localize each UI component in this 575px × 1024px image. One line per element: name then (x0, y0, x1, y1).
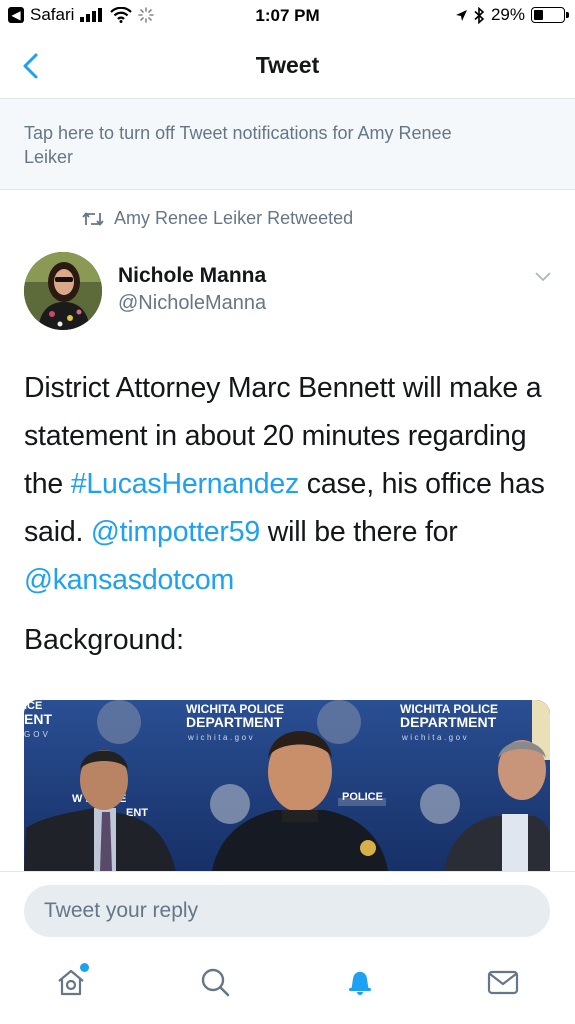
search-icon[interactable] (198, 965, 232, 999)
new-content-indicator-dot (80, 963, 89, 972)
status-bar: ◀ Safari 1:07 PM 29% (0, 0, 575, 34)
notification-toggle-banner[interactable]: Tap here to turn off Tweet notifications… (0, 99, 575, 190)
sign-text: wichita.gov (401, 733, 469, 742)
notifications-bell-icon[interactable] (343, 965, 377, 999)
navigation-bar: Tweet (0, 34, 575, 99)
mention-link[interactable]: @timpotter59 (91, 516, 260, 548)
press-conference-photo: ICE ENT GOV WICHITA POLICE DEPARTMENT wi… (24, 700, 550, 871)
bluetooth-icon (474, 6, 485, 24)
retweet-context[interactable]: Amy Renee Leiker Retweeted (82, 208, 353, 229)
author-avatar[interactable] (24, 252, 102, 330)
page-title: Tweet (255, 52, 320, 78)
sign-text: ENT (24, 711, 52, 727)
chevron-down-icon[interactable] (534, 268, 552, 286)
battery-percent: 29% (490, 5, 525, 24)
retweet-context-label[interactable]: Amy Renee Leiker Retweeted (114, 208, 353, 229)
sign-text: wichita.gov (187, 733, 255, 742)
hashtag-link[interactable]: #LucasHernandez (71, 468, 300, 500)
sign-text: DEPARTMENT (400, 714, 497, 730)
messages-envelope-icon[interactable] (486, 965, 520, 999)
reply-placeholder[interactable]: Tweet your reply (44, 899, 198, 923)
author-name[interactable]: Nichole Manna (118, 264, 266, 288)
tweet-media-image[interactable]: ICE ENT GOV WICHITA POLICE DEPARTMENT wi… (24, 700, 550, 871)
retweet-icon (82, 211, 104, 226)
author-handle[interactable]: @NicholeManna (118, 292, 266, 315)
location-arrow-icon (455, 9, 467, 21)
reply-input[interactable]: Tweet your reply (24, 885, 550, 937)
battery-icon (531, 7, 569, 23)
tweet-text: District Attorney Marc Bennett will make… (24, 364, 559, 604)
mention-link[interactable]: @kansasdotcom (24, 564, 234, 596)
reply-composer-area: Tweet your reply (0, 871, 575, 952)
notification-banner-text[interactable]: Tap here to turn off Tweet notifications… (24, 121, 484, 169)
sign-text: DEPARTMENT (186, 714, 283, 730)
avatar-photo (24, 252, 102, 330)
sign-text: GOV (24, 730, 51, 739)
tab-bar (0, 951, 575, 1024)
tweet-text-background: Background: (24, 624, 185, 656)
tweet-text-part: will be there for (260, 516, 458, 548)
